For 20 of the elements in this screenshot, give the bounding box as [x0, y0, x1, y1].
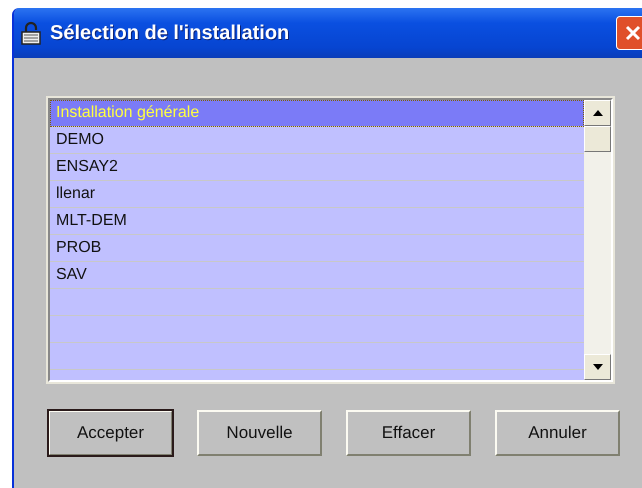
- close-button[interactable]: [616, 16, 642, 50]
- up-arrow-icon: [592, 110, 602, 116]
- list-item[interactable]: DEMO: [50, 127, 584, 154]
- scrollbar[interactable]: [584, 100, 611, 380]
- close-icon: [624, 24, 642, 42]
- scroll-up-button[interactable]: [584, 100, 611, 126]
- scroll-thumb[interactable]: [584, 126, 611, 152]
- dialog-button[interactable]: Nouvelle: [197, 410, 322, 456]
- list-item[interactable]: MLT-DEM: [50, 208, 584, 235]
- list-item[interactable]: ENSAY2: [50, 154, 584, 181]
- dialog-button[interactable]: Accepter: [48, 410, 173, 456]
- down-arrow-icon: [592, 364, 602, 370]
- dialog-button[interactable]: Effacer: [346, 410, 471, 456]
- scroll-down-button[interactable]: [584, 354, 611, 380]
- dialog-button[interactable]: Annuler: [495, 410, 620, 456]
- window-title: Sélection de l'installation: [50, 22, 290, 44]
- padlock-icon: [20, 21, 42, 45]
- list-item[interactable]: PROB: [50, 235, 584, 262]
- list-item[interactable]: SAV: [50, 262, 584, 289]
- list-item[interactable]: llenar: [50, 181, 584, 208]
